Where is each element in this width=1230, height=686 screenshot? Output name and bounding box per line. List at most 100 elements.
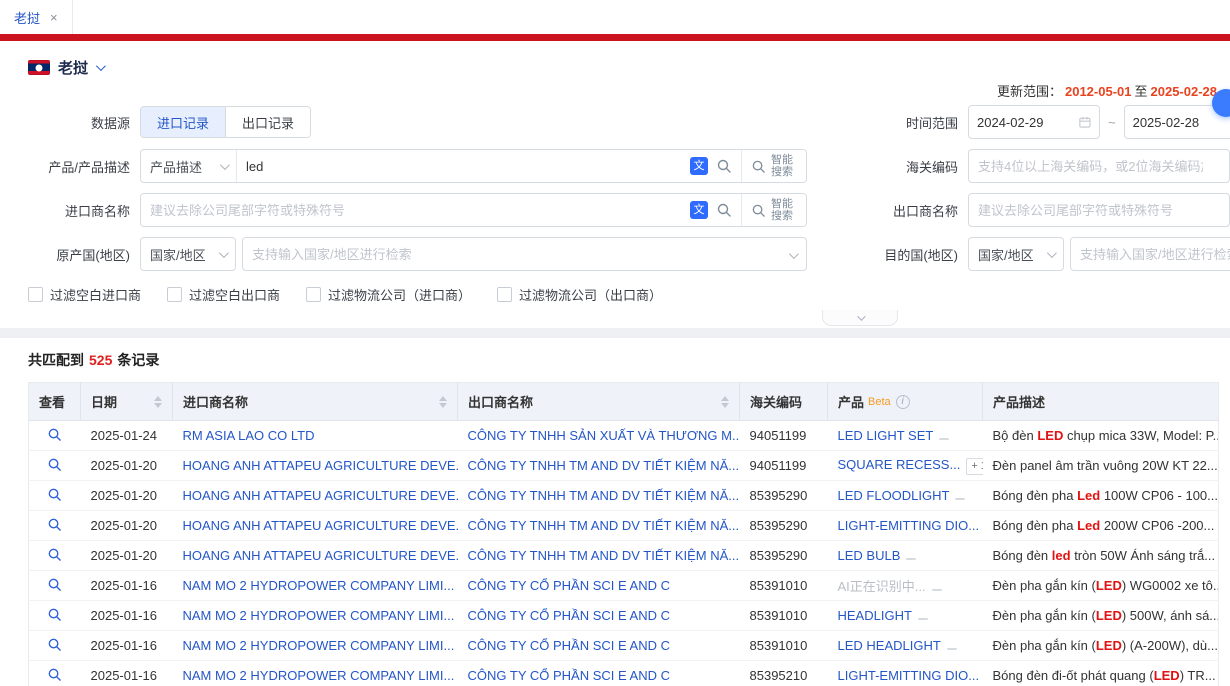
- importer-name-label: 进口商名称: [0, 201, 140, 220]
- country-name[interactable]: 老挝: [58, 57, 88, 78]
- import-records-tab[interactable]: 进口记录: [141, 107, 225, 137]
- product-cell[interactable]: LIGHT-EMITTING DIO...: [828, 661, 983, 686]
- checkbox-icon[interactable]: [497, 287, 512, 302]
- product-cell[interactable]: HEADLIGHT: [828, 601, 983, 631]
- importer-link[interactable]: RM ASIA LAO CO LTD: [173, 421, 458, 451]
- view-record-button[interactable]: [29, 541, 81, 571]
- exporter-link[interactable]: CÔNG TY TNHH TM AND DV TIẾT KIỆM NĂ...: [458, 451, 740, 481]
- product-search-group: 产品描述 文 智能搜索: [140, 149, 807, 183]
- collapse-row: [0, 310, 1230, 328]
- product-cell[interactable]: SQUARE RECESS...+ 1: [828, 451, 983, 481]
- view-record-button[interactable]: [29, 511, 81, 541]
- destination-country-input[interactable]: [1071, 238, 1230, 270]
- hs-code-field[interactable]: [968, 149, 1230, 183]
- exporter-name-field[interactable]: [968, 193, 1230, 227]
- date-to-input[interactable]: [1133, 115, 1230, 130]
- tab-laos[interactable]: 老挝 ×: [0, 0, 73, 34]
- collapse-filters-button[interactable]: [822, 310, 898, 326]
- exporter-link[interactable]: CÔNG TY CỔ PHẦN SCI E AND C: [458, 631, 740, 661]
- product-count-badge[interactable]: [918, 618, 928, 620]
- calendar-icon: [1079, 115, 1091, 129]
- importer-link[interactable]: HOANG ANH ATTAPEU AGRICULTURE DEVE...: [173, 541, 458, 571]
- destination-country-field[interactable]: [1070, 237, 1230, 271]
- product-count-badge[interactable]: [932, 589, 942, 591]
- importer-link[interactable]: NAM MO 2 HYDROPOWER COMPANY LIMI...: [173, 631, 458, 661]
- tab-bar: 老挝 ×: [0, 0, 1230, 34]
- column-header-importer[interactable]: 进口商名称: [173, 383, 458, 421]
- exporter-link[interactable]: CÔNG TY TNHH TM AND DV TIẾT KIỆM NĂ...: [458, 541, 740, 571]
- exporter-name-input[interactable]: [969, 194, 1229, 226]
- origin-country-input[interactable]: [243, 238, 806, 270]
- hs-code-cell: 85391010: [740, 631, 828, 661]
- exporter-link[interactable]: CÔNG TY TNHH SẢN XUẤT VÀ THƯƠNG M...: [458, 421, 740, 451]
- checkbox-filter-logistics-exporter[interactable]: 过滤物流公司（出口商）: [497, 285, 662, 304]
- importer-link[interactable]: HOANG ANH ATTAPEU AGRICULTURE DEVE...: [173, 511, 458, 541]
- view-record-button[interactable]: [29, 601, 81, 631]
- translate-icon[interactable]: 文: [690, 201, 708, 219]
- export-records-tab[interactable]: 出口记录: [225, 107, 310, 137]
- date-from-input[interactable]: [977, 115, 1073, 130]
- exporter-link[interactable]: CÔNG TY TNHH TM AND DV TIẾT KIỆM NĂ...: [458, 481, 740, 511]
- origin-country-field[interactable]: [242, 237, 807, 271]
- translate-icon[interactable]: 文: [690, 157, 708, 175]
- destination-country-select[interactable]: 国家/地区: [968, 237, 1064, 271]
- product-count-badge[interactable]: [955, 498, 965, 500]
- column-header-date[interactable]: 日期: [81, 383, 173, 421]
- info-icon[interactable]: i: [896, 395, 910, 409]
- exporter-link[interactable]: CÔNG TY CỔ PHẦN SCI E AND C: [458, 601, 740, 631]
- importer-link[interactable]: NAM MO 2 HYDROPOWER COMPANY LIMI...: [173, 571, 458, 601]
- importer-link[interactable]: HOANG ANH ATTAPEU AGRICULTURE DEVE...: [173, 481, 458, 511]
- view-record-button[interactable]: [29, 481, 81, 511]
- checkbox-icon[interactable]: [167, 287, 182, 302]
- view-record-button[interactable]: [29, 661, 81, 686]
- search-zoom-icon[interactable]: [716, 158, 732, 174]
- checkbox-filter-logistics-importer[interactable]: 过滤物流公司（进口商）: [306, 285, 471, 304]
- checkbox-filter-blank-importer[interactable]: 过滤空白进口商: [28, 285, 141, 304]
- sort-icon[interactable]: [721, 396, 729, 408]
- date-from-field[interactable]: [968, 105, 1100, 139]
- tab-close-icon[interactable]: ×: [50, 10, 58, 25]
- origin-country-select[interactable]: 国家/地区: [140, 237, 236, 271]
- product-cell[interactable]: LED FLOODLIGHT: [828, 481, 983, 511]
- sort-icon[interactable]: [154, 396, 162, 408]
- product-cell[interactable]: LED BULB: [828, 541, 983, 571]
- product-cell[interactable]: LED HEADLIGHT: [828, 631, 983, 661]
- exporter-link[interactable]: CÔNG TY TNHH TM AND DV TIẾT KIỆM NĂ...: [458, 511, 740, 541]
- smart-search-button[interactable]: 智能搜索: [741, 194, 806, 226]
- checkbox-filter-blank-exporter[interactable]: 过滤空白出口商: [167, 285, 280, 304]
- product-cell[interactable]: AI正在识别中...: [828, 571, 983, 601]
- sort-icon[interactable]: [439, 396, 447, 408]
- magnifier-icon: [47, 607, 62, 622]
- checkbox-icon[interactable]: [28, 287, 43, 302]
- importer-link[interactable]: NAM MO 2 HYDROPOWER COMPANY LIMI...: [173, 601, 458, 631]
- product-count-badge[interactable]: [939, 438, 949, 440]
- view-record-button[interactable]: [29, 631, 81, 661]
- importer-link[interactable]: NAM MO 2 HYDROPOWER COMPANY LIMI...: [173, 661, 458, 686]
- search-zoom-icon[interactable]: [716, 202, 732, 218]
- product-count-badge[interactable]: [906, 558, 916, 560]
- product-type-select[interactable]: 产品描述: [141, 150, 237, 182]
- product-count-badge[interactable]: [947, 648, 957, 650]
- smart-search-button[interactable]: 智能搜索: [741, 150, 806, 182]
- checkbox-icon[interactable]: [306, 287, 321, 302]
- product-count-badge[interactable]: + 1: [966, 458, 982, 475]
- date-cell: 2025-01-20: [81, 511, 173, 541]
- search-icon: [751, 159, 766, 174]
- hs-code-input[interactable]: [969, 150, 1229, 182]
- exporter-link[interactable]: CÔNG TY CỔ PHẦN SCI E AND C: [458, 571, 740, 601]
- update-sep: 至: [1134, 84, 1147, 99]
- view-record-button[interactable]: [29, 451, 81, 481]
- importer-link[interactable]: HOANG ANH ATTAPEU AGRICULTURE DEVE...: [173, 451, 458, 481]
- checkbox-label: 过滤空白出口商: [189, 285, 280, 304]
- column-header-view: 查看: [29, 383, 81, 421]
- column-header-exporter[interactable]: 出口商名称: [458, 383, 740, 421]
- view-record-button[interactable]: [29, 571, 81, 601]
- chevron-down-icon[interactable]: [96, 61, 106, 71]
- exporter-link[interactable]: CÔNG TY CỔ PHẦN SCI E AND C: [458, 661, 740, 686]
- view-record-button[interactable]: [29, 421, 81, 451]
- product-cell[interactable]: LIGHT-EMITTING DIO...: [828, 511, 983, 541]
- importer-name-input[interactable]: [141, 194, 681, 226]
- product-cell[interactable]: LED LIGHT SET: [828, 421, 983, 451]
- product-search-input[interactable]: [237, 150, 681, 182]
- hs-code-cell: 85395290: [740, 541, 828, 571]
